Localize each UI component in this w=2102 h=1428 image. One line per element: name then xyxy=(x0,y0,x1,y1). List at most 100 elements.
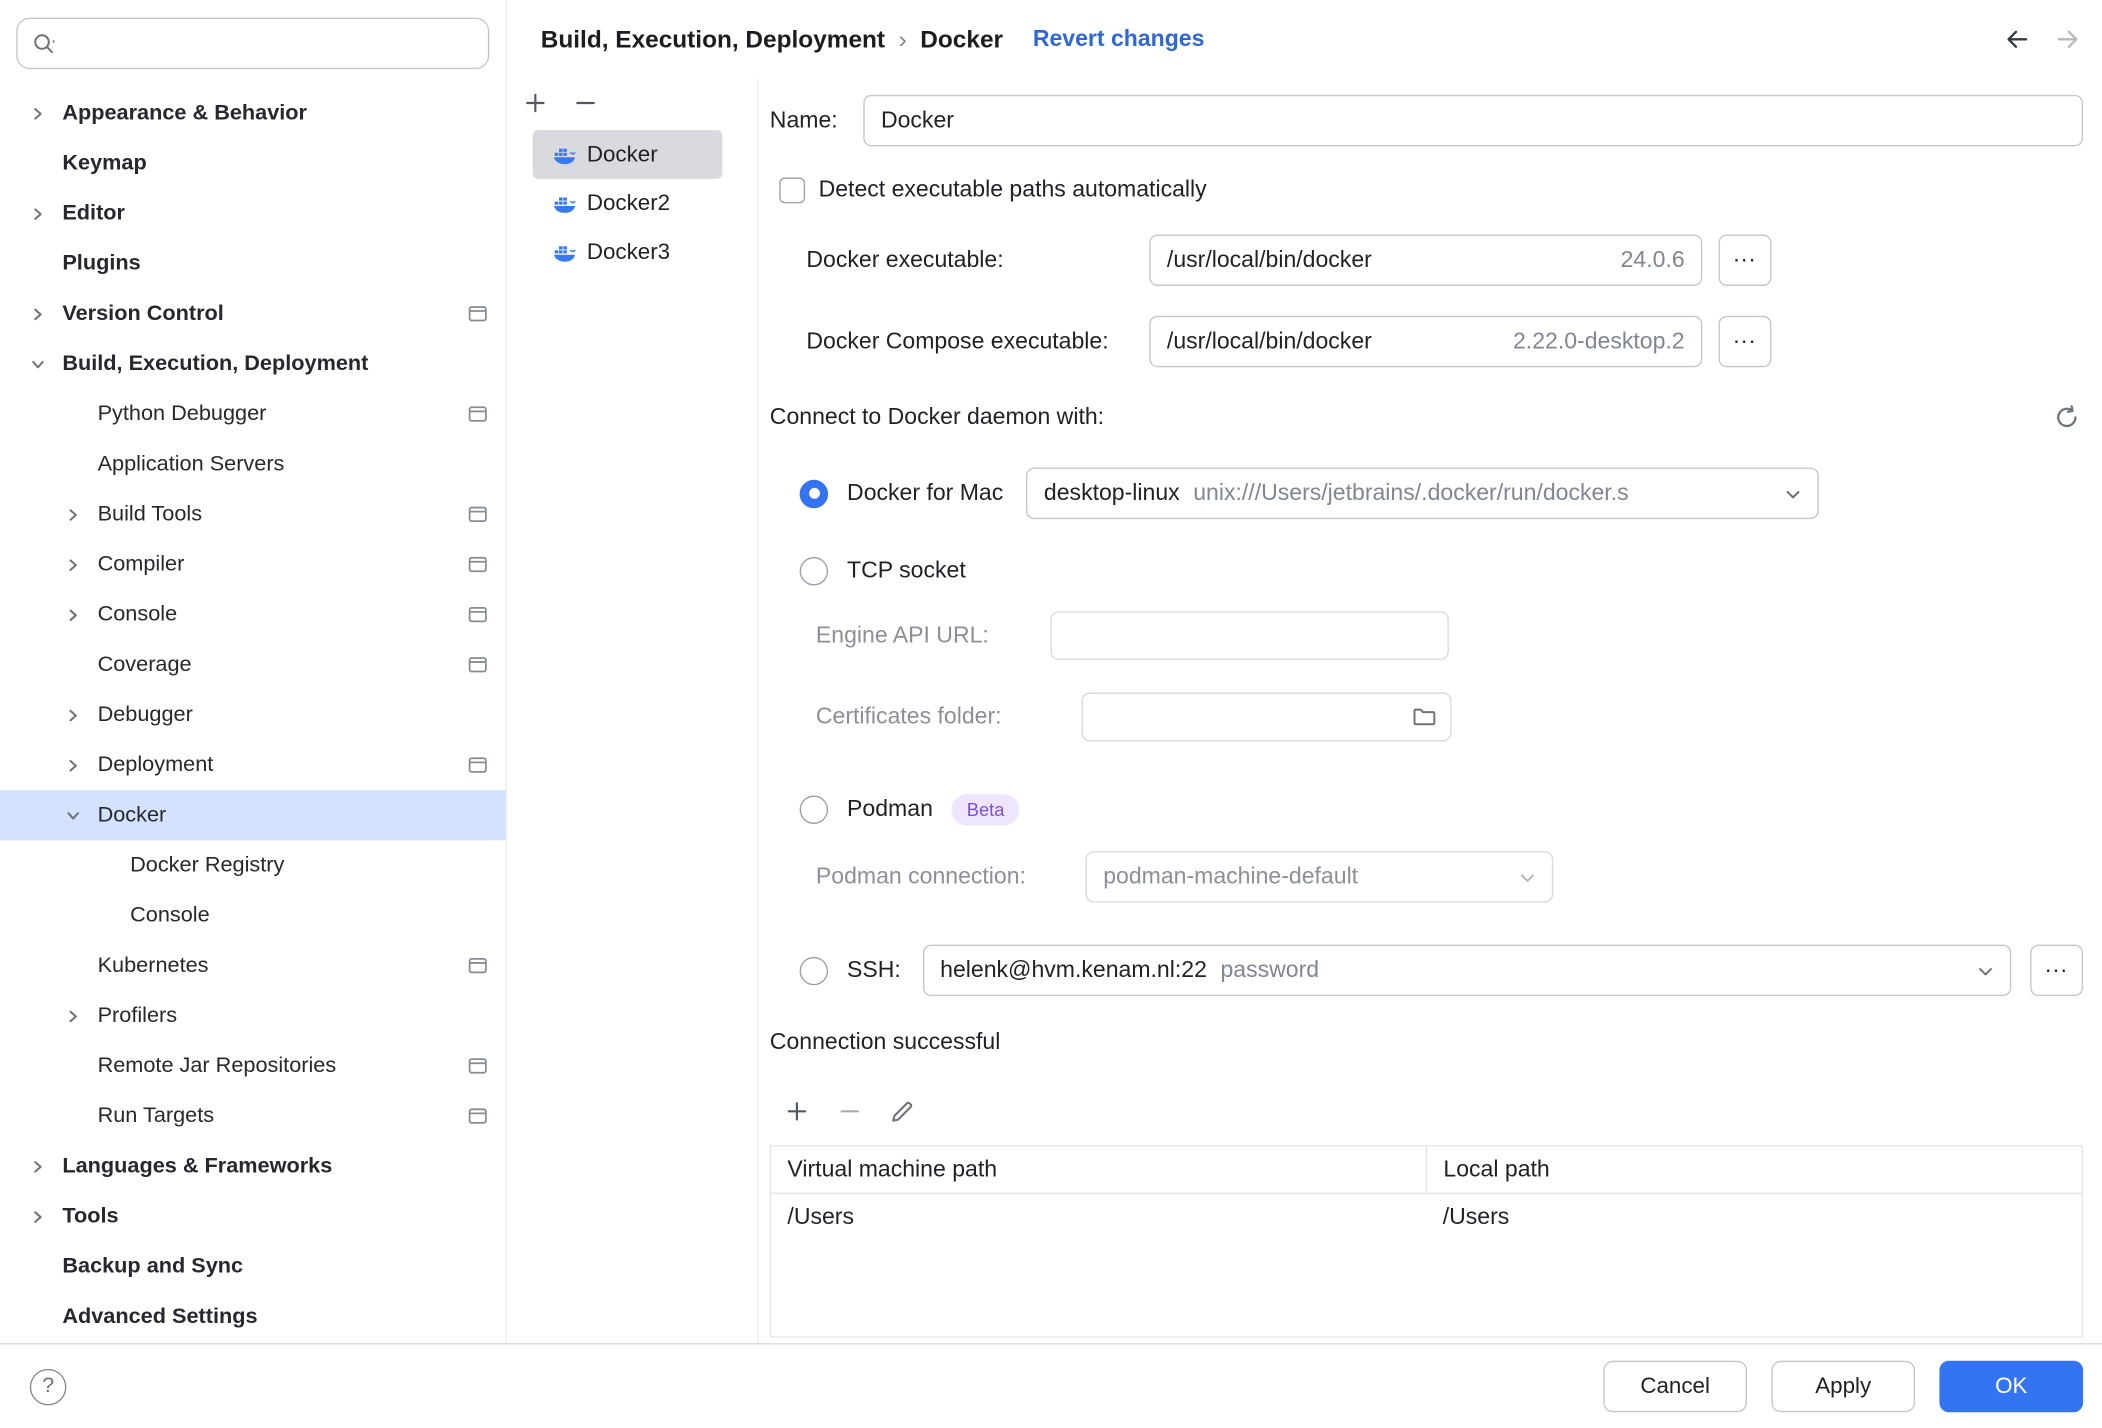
docker-executable-browse-button[interactable]: ... xyxy=(1719,234,1772,286)
sidebar-item-version-control[interactable]: Version Control xyxy=(0,289,506,339)
podman-connection-dropdown[interactable]: podman-machine-default xyxy=(1086,851,1554,903)
back-arrow-icon[interactable] xyxy=(2002,24,2032,54)
toolwindow-icon xyxy=(468,955,488,975)
docker-icon xyxy=(553,143,576,166)
help-button[interactable]: ? xyxy=(30,1368,67,1405)
refresh-icon[interactable] xyxy=(2053,404,2080,431)
sidebar-item-compiler[interactable]: Compiler xyxy=(0,539,506,589)
sidebar-item-console[interactable]: Console xyxy=(0,890,506,940)
podman-radio[interactable] xyxy=(800,795,828,823)
ok-button[interactable]: OK xyxy=(1939,1361,2083,1413)
sidebar-item-label: Coverage xyxy=(98,653,192,677)
forward-arrow-icon[interactable] xyxy=(2053,24,2083,54)
sidebar-item-run-targets[interactable]: Run Targets xyxy=(0,1091,506,1141)
sidebar-item-kubernetes[interactable]: Kubernetes xyxy=(0,941,506,991)
docker-executable-path: /usr/local/bin/docker xyxy=(1167,247,1372,274)
apply-button[interactable]: Apply xyxy=(1771,1361,1915,1413)
toolwindow-icon xyxy=(468,404,488,424)
sidebar-item-label: Tools xyxy=(62,1204,118,1228)
sidebar-item-debugger[interactable]: Debugger xyxy=(0,690,506,740)
add-mapping-button[interactable] xyxy=(783,1098,810,1125)
chevron-down-icon[interactable] xyxy=(62,804,97,826)
chevron-down-icon[interactable] xyxy=(27,353,62,375)
config-list: DockerDocker2 Docker3 xyxy=(507,130,758,276)
sidebar-item-backup-and-sync[interactable]: Backup and Sync xyxy=(0,1241,506,1291)
sidebar-item-application-servers[interactable]: Application Servers xyxy=(0,439,506,489)
chevron-right-icon[interactable] xyxy=(27,303,62,325)
chevron-right-icon[interactable] xyxy=(27,1155,62,1177)
remove-config-button[interactable] xyxy=(572,89,599,116)
breadcrumb-parent[interactable]: Build, Execution, Deployment xyxy=(541,25,885,53)
cancel-button[interactable]: Cancel xyxy=(1603,1361,1747,1413)
engine-api-url-label: Engine API URL: xyxy=(816,622,1050,649)
config-item-docker[interactable]: Docker xyxy=(533,130,723,179)
chevron-right-icon[interactable] xyxy=(62,1005,97,1027)
podman-label: Podman xyxy=(847,796,933,823)
sidebar-item-label: Profilers xyxy=(98,1004,178,1028)
compose-executable-path: /usr/local/bin/docker xyxy=(1167,328,1372,355)
chevron-right-icon[interactable] xyxy=(62,604,97,626)
edit-mapping-button[interactable] xyxy=(889,1098,915,1124)
add-config-button[interactable] xyxy=(522,89,549,116)
certificates-folder-input[interactable] xyxy=(1082,693,1452,742)
ssh-radio[interactable] xyxy=(800,956,828,984)
folder-icon[interactable] xyxy=(1412,705,1436,729)
sidebar-item-docker[interactable]: Docker xyxy=(0,790,506,840)
chevron-right-icon[interactable] xyxy=(27,1206,62,1228)
chevron-right-icon[interactable] xyxy=(62,554,97,576)
search-input[interactable] xyxy=(69,31,474,55)
sidebar-item-build-tools[interactable]: Build Tools xyxy=(0,489,506,539)
compose-executable-field[interactable]: /usr/local/bin/docker 2.22.0-desktop.2 xyxy=(1149,316,1702,368)
ssh-connection-dropdown[interactable]: helenk@hvm.kenam.nl:22 password xyxy=(923,945,2012,997)
revert-changes-link[interactable]: Revert changes xyxy=(1033,26,1205,53)
sidebar-item-keymap[interactable]: Keymap xyxy=(0,138,506,188)
docker-executable-label: Docker executable: xyxy=(770,247,1149,274)
sidebar-item-label: Docker xyxy=(98,803,167,827)
engine-api-url-input[interactable] xyxy=(1050,611,1448,660)
table-row[interactable]: /Users/Users xyxy=(771,1193,2082,1240)
config-item-label: Docker3 xyxy=(587,239,670,265)
sidebar: Appearance & Behavior KeymapEditorPlugins… xyxy=(0,0,507,1343)
detect-paths-checkbox[interactable] xyxy=(779,177,805,203)
tcp-socket-label: TCP socket xyxy=(847,557,966,584)
docker-config-list-panel: DockerDocker2 Docker3 xyxy=(507,79,759,1343)
config-item-docker3[interactable]: Docker3 xyxy=(533,228,723,277)
sidebar-item-coverage[interactable]: Coverage xyxy=(0,640,506,690)
docker-executable-field[interactable]: /usr/local/bin/docker 24.0.6 xyxy=(1149,234,1702,286)
sidebar-item-editor[interactable]: Editor xyxy=(0,188,506,238)
docker-for-mac-socket-path: unix:///Users/jetbrains/.docker/run/dock… xyxy=(1193,480,1628,507)
settings-dialog: Appearance & Behavior KeymapEditorPlugins… xyxy=(0,0,2102,1428)
sidebar-item-plugins[interactable]: Plugins xyxy=(0,239,506,289)
ssh-browse-button[interactable]: ... xyxy=(2030,945,2083,997)
sidebar-item-python-debugger[interactable]: Python Debugger xyxy=(0,389,506,439)
search-field[interactable] xyxy=(16,18,489,70)
sidebar-item-appearance-behavior[interactable]: Appearance & Behavior xyxy=(0,88,506,138)
sidebar-item-advanced-settings[interactable]: Advanced Settings xyxy=(0,1292,506,1342)
chevron-right-icon[interactable] xyxy=(27,102,62,124)
sidebar-item-deployment[interactable]: Deployment xyxy=(0,740,506,790)
sidebar-item-label: Deployment xyxy=(98,753,214,777)
docker-for-mac-dropdown[interactable]: desktop-linux unix:///Users/jetbrains/.d… xyxy=(1026,468,1819,520)
sidebar-item-label: Build, Execution, Deployment xyxy=(62,352,368,376)
sidebar-item-docker-registry[interactable]: Docker Registry xyxy=(0,840,506,890)
sidebar-item-languages-frameworks[interactable]: Languages & Frameworks xyxy=(0,1141,506,1191)
docker-for-mac-radio[interactable] xyxy=(800,479,828,507)
chevron-right-icon[interactable] xyxy=(62,503,97,525)
remove-mapping-button[interactable] xyxy=(836,1098,863,1125)
sidebar-item-console[interactable]: Console xyxy=(0,590,506,640)
chevron-right-icon[interactable] xyxy=(62,704,97,726)
sidebar-item-build-execution-deployment[interactable]: Build, Execution, Deployment xyxy=(0,339,506,389)
config-item-docker2[interactable]: Docker2 xyxy=(533,179,723,228)
chevron-right-icon[interactable] xyxy=(62,754,97,776)
detect-paths-label: Detect executable paths automatically xyxy=(819,176,1207,203)
compose-executable-browse-button[interactable]: ... xyxy=(1719,316,1772,368)
sidebar-item-profilers[interactable]: Profilers xyxy=(0,991,506,1041)
name-input[interactable] xyxy=(863,95,2083,147)
sidebar-item-remote-jar-repositories[interactable]: Remote Jar Repositories xyxy=(0,1041,506,1091)
sidebar-item-label: Appearance & Behavior xyxy=(62,101,307,125)
chevron-right-icon[interactable] xyxy=(27,203,62,225)
sidebar-item-tools[interactable]: Tools xyxy=(0,1191,506,1241)
certificates-folder-label: Certificates folder: xyxy=(816,703,1082,730)
docker-icon xyxy=(553,241,576,264)
tcp-socket-radio[interactable] xyxy=(800,556,828,584)
